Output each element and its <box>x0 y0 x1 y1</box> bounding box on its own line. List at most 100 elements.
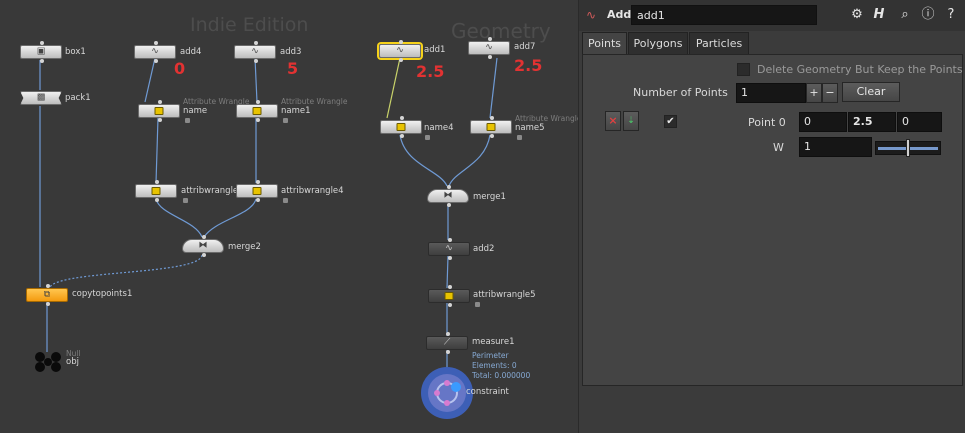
node-output-dot[interactable] <box>400 134 404 138</box>
point-enabled-checkbox[interactable]: ✔ <box>664 115 677 128</box>
lock-icon <box>183 198 188 203</box>
w-field[interactable]: 1 <box>799 137 872 157</box>
node-pack1[interactable]: ▩ <box>20 91 62 105</box>
node-output-dot[interactable] <box>256 118 260 122</box>
node-copytopoints1[interactable]: ⧉ <box>26 284 68 306</box>
node-output-dot[interactable] <box>447 203 451 207</box>
point0-x-field[interactable]: 0 <box>799 112 847 132</box>
node-type-label: Add <box>607 8 632 21</box>
node-input-dot[interactable] <box>448 285 452 289</box>
node-input-dot[interactable] <box>40 41 44 45</box>
node-label-obj: obj <box>66 357 79 367</box>
tab-polygons[interactable]: Polygons <box>628 32 688 54</box>
node-input-dot[interactable] <box>155 180 159 184</box>
node-output-dot[interactable] <box>202 253 206 257</box>
wrangle-icon <box>252 107 262 115</box>
node-input-dot[interactable] <box>447 185 451 189</box>
tab-particles[interactable]: Particles <box>689 32 749 54</box>
node-add1[interactable]: ∿ <box>379 40 421 62</box>
node-add2[interactable]: ∿ <box>428 238 470 260</box>
node-measure1[interactable]: ⟋ <box>426 332 468 354</box>
num-points-increment-button[interactable]: + <box>806 83 822 103</box>
node-add3[interactable]: ∿ <box>234 41 276 63</box>
search-icon[interactable]: ⌕ <box>897 7 913 23</box>
w-slider-thumb[interactable] <box>906 139 910 157</box>
parameter-header: ∿ Add add1 ⚙ H ⌕ ⓘ ? <box>579 0 965 31</box>
node-input-dot[interactable] <box>448 238 452 242</box>
node-label-attribwrangle5: attribwrangle5 <box>473 290 536 300</box>
node-output-dot[interactable] <box>488 55 492 59</box>
node-output-dot[interactable] <box>446 350 450 354</box>
node-add7[interactable]: ∿ <box>468 37 510 59</box>
node-attribwrangle3[interactable] <box>135 180 177 202</box>
node-attribwrangle5[interactable] <box>428 285 470 307</box>
gear-icon[interactable]: ⚙ <box>849 7 865 23</box>
tab-points[interactable]: Points <box>582 32 627 54</box>
node-merge2[interactable]: ⧓ <box>182 235 224 257</box>
node-input-dot[interactable] <box>256 180 260 184</box>
node-input-dot[interactable] <box>488 37 492 41</box>
help-h-icon[interactable]: H <box>871 7 887 23</box>
point0-y-field[interactable]: 2.5 <box>848 112 896 132</box>
insert-point-button[interactable]: ⇣ <box>623 111 639 131</box>
node-add4[interactable]: ∿ <box>134 41 176 63</box>
node-input-dot[interactable] <box>202 235 206 239</box>
wrangle-icon <box>252 187 262 195</box>
node-output-dot[interactable] <box>256 198 260 202</box>
node-output-dot[interactable] <box>40 59 44 63</box>
num-points-field[interactable]: 1 <box>736 83 806 103</box>
node-input-dot[interactable] <box>256 100 260 104</box>
network-editor[interactable]: Indie Edition Geometry ▣ box1 ▩ pack1 ∿ … <box>0 0 578 433</box>
node-input-dot[interactable] <box>400 116 404 120</box>
node-name[interactable] <box>138 100 180 122</box>
node-name1[interactable] <box>236 100 278 122</box>
node-attribwrangle4[interactable] <box>236 180 278 202</box>
node-label-constraint: constraint <box>466 387 509 397</box>
info-icon[interactable]: ⓘ <box>920 7 936 23</box>
null-node-icon[interactable] <box>32 350 64 374</box>
node-output-dot[interactable] <box>399 58 403 62</box>
lock-icon <box>425 135 430 140</box>
node-name5[interactable] <box>470 116 512 138</box>
parameter-pane: ∿ Add add1 ⚙ H ⌕ ⓘ ? Points Polygons Par… <box>578 0 965 433</box>
node-merge1[interactable]: ⧓ <box>427 185 469 207</box>
lock-icon <box>517 135 522 140</box>
add-curve-icon: ∿ <box>485 42 493 53</box>
clear-button[interactable]: Clear <box>842 82 900 102</box>
node-output-dot[interactable] <box>448 256 452 260</box>
node-input-dot[interactable] <box>446 332 450 336</box>
node-name-field[interactable]: add1 <box>631 5 817 25</box>
remove-point-button[interactable]: × <box>605 111 621 131</box>
node-label-attribwrangle4: attribwrangle4 <box>281 186 344 196</box>
wrangle-icon <box>154 107 164 115</box>
node-input-dot[interactable] <box>254 41 258 45</box>
num-points-label: Number of Points <box>633 86 728 99</box>
node-output-dot[interactable] <box>448 303 452 307</box>
node-name4[interactable] <box>380 116 422 138</box>
node-box1[interactable]: ▣ <box>20 41 62 63</box>
question-icon[interactable]: ? <box>943 7 959 23</box>
node-output-dot[interactable] <box>490 134 494 138</box>
node-label-add3: add3 <box>280 47 302 57</box>
node-output-dot[interactable] <box>46 302 50 306</box>
node-label-name: name <box>183 106 208 116</box>
node-input-dot[interactable] <box>154 41 158 45</box>
point0-z-field[interactable]: 0 <box>897 112 942 132</box>
node-label-attribwrangle3: attribwrangle3 <box>181 186 244 196</box>
node-output-dot[interactable] <box>158 118 162 122</box>
node-input-dot[interactable] <box>46 284 50 288</box>
w-slider[interactable] <box>875 139 941 157</box>
node-output-dot[interactable] <box>254 59 258 63</box>
node-input-dot[interactable] <box>158 100 162 104</box>
node-input-dot[interactable] <box>490 116 494 120</box>
box-icon: ▣ <box>36 46 46 57</box>
node-output-dot[interactable] <box>154 59 158 63</box>
node-input-dot[interactable] <box>399 40 403 44</box>
delete-geometry-checkbox[interactable] <box>737 63 750 76</box>
num-points-decrement-button[interactable]: − <box>822 83 838 103</box>
add-curve-icon: ∿ <box>445 243 453 254</box>
node-output-dot[interactable] <box>155 198 159 202</box>
add-curve-icon: ∿ <box>151 46 159 57</box>
node-label-add2: add2 <box>473 244 495 254</box>
node-label-copytopoints1: copytopoints1 <box>72 289 133 299</box>
